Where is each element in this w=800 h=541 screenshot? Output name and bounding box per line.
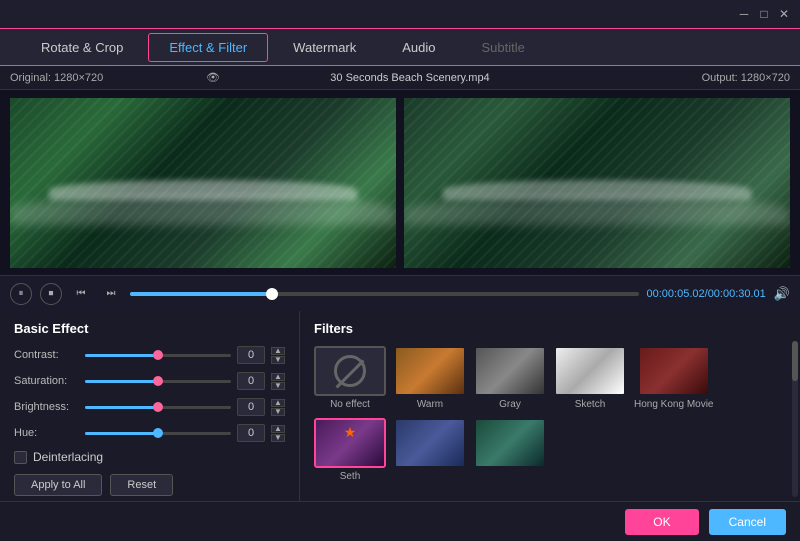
eye-icon[interactable]: 👁: [206, 71, 220, 84]
bottom-action-bar: OK Cancel: [0, 501, 800, 541]
filter-warm-thumb: [394, 346, 466, 396]
filter-no-effect[interactable]: No effect: [314, 346, 386, 410]
saturation-slider[interactable]: [85, 380, 231, 383]
hue-down[interactable]: ▼: [271, 434, 285, 442]
filter-row2b-thumb: [394, 418, 466, 468]
filter-gray-thumb: [474, 346, 546, 396]
filter-seth-label: Seth: [340, 471, 361, 482]
ok-button[interactable]: OK: [625, 509, 698, 535]
filter-warm-label: Warm: [417, 399, 443, 410]
preview-section: [0, 90, 800, 275]
output-preview: [404, 98, 790, 268]
filter-sketch-thumb: [554, 346, 626, 396]
minimize-button[interactable]: ─: [736, 6, 752, 22]
original-resolution: Original: 1280×720: [10, 72, 200, 84]
volume-icon[interactable]: 🔊: [774, 286, 790, 302]
saturation-row: Saturation: 0 ▲ ▼: [14, 372, 285, 390]
brightness-up[interactable]: ▲: [271, 399, 285, 407]
tab-audio[interactable]: Audio: [381, 33, 456, 62]
progress-thumb[interactable]: [266, 288, 278, 300]
filter-hongkong-label: Hong Kong Movie: [634, 399, 714, 410]
filters-title: Filters: [314, 321, 786, 336]
filter-sketch-label: Sketch: [575, 399, 606, 410]
tab-effect-filter[interactable]: Effect & Filter: [148, 33, 268, 62]
filter-seth-thumb: ★: [314, 418, 386, 468]
filter-sketch[interactable]: Sketch: [554, 346, 626, 410]
effect-title: Basic Effect: [14, 321, 285, 336]
no-effect-circle: [334, 355, 366, 387]
hue-label: Hue:: [14, 427, 79, 439]
tab-watermark[interactable]: Watermark: [272, 33, 377, 62]
star-icon: ★: [344, 424, 357, 441]
saturation-value: 0: [237, 372, 265, 390]
progress-bar[interactable]: [130, 292, 639, 296]
effect-panel: Basic Effect Contrast: 0 ▲ ▼ Saturation:…: [0, 311, 300, 501]
brightness-value: 0: [237, 398, 265, 416]
current-time: 00:00:05.02/00:00:30.01: [647, 288, 766, 300]
tab-subtitle: Subtitle: [461, 33, 546, 62]
deinterlacing-label: Deinterlacing: [33, 450, 103, 464]
pause-button[interactable]: ⏸: [10, 283, 32, 305]
hue-row: Hue: 0 ▲ ▼: [14, 424, 285, 442]
filter-warm[interactable]: Warm: [394, 346, 466, 410]
action-buttons: Apply to All Reset: [14, 474, 285, 496]
filter-gray-label: Gray: [499, 399, 521, 410]
saturation-up[interactable]: ▲: [271, 373, 285, 381]
saturation-label: Saturation:: [14, 375, 79, 387]
filters-panel: Filters No effect Warm: [300, 311, 800, 501]
hue-slider[interactable]: [85, 432, 231, 435]
hue-value: 0: [237, 424, 265, 442]
contrast-down[interactable]: ▼: [271, 356, 285, 364]
close-button[interactable]: ✕: [776, 6, 792, 22]
filter-scrollbar-thumb[interactable]: [792, 341, 798, 381]
reset-button[interactable]: Reset: [110, 474, 173, 496]
output-resolution: Output: 1280×720: [600, 72, 790, 84]
video-info-bar: Original: 1280×720 👁 30 Seconds Beach Sc…: [0, 66, 800, 90]
filter-scrollbar[interactable]: [792, 341, 798, 497]
no-effect-line: [336, 360, 365, 389]
filter-hongkong[interactable]: Hong Kong Movie: [634, 346, 714, 410]
next-button[interactable]: ⏭: [100, 283, 122, 305]
saturation-stepper[interactable]: ▲ ▼: [271, 373, 285, 390]
saturation-down[interactable]: ▼: [271, 382, 285, 390]
deinterlacing-checkbox[interactable]: [14, 451, 27, 464]
filter-no-effect-label: No effect: [330, 399, 370, 410]
stop-button[interactable]: ⏹: [40, 283, 62, 305]
filter-seth[interactable]: ★ Seth: [314, 418, 386, 482]
brightness-down[interactable]: ▼: [271, 408, 285, 416]
filter-hongkong-thumb: [638, 346, 710, 396]
hue-up[interactable]: ▲: [271, 425, 285, 433]
cancel-button[interactable]: Cancel: [709, 509, 786, 535]
prev-button[interactable]: ⏮: [70, 283, 92, 305]
brightness-slider[interactable]: [85, 406, 231, 409]
apply-to-all-button[interactable]: Apply to All: [14, 474, 102, 496]
video-filename: 30 Seconds Beach Scenery.mp4: [220, 72, 600, 84]
no-effect-thumb: [314, 346, 386, 396]
bottom-panel: Basic Effect Contrast: 0 ▲ ▼ Saturation:…: [0, 311, 800, 501]
maximize-button[interactable]: □: [756, 6, 772, 22]
contrast-row: Contrast: 0 ▲ ▼: [14, 346, 285, 364]
contrast-stepper[interactable]: ▲ ▼: [271, 347, 285, 364]
filter-row2b[interactable]: [394, 418, 466, 482]
brightness-label: Brightness:: [14, 401, 79, 413]
tab-rotate-crop[interactable]: Rotate & Crop: [20, 33, 144, 62]
title-bar: ─ □ ✕: [0, 0, 800, 28]
contrast-slider[interactable]: [85, 354, 231, 357]
tab-bar: Rotate & Crop Effect & Filter Watermark …: [0, 28, 800, 66]
contrast-value: 0: [237, 346, 265, 364]
progress-fill: [130, 292, 272, 296]
original-preview: [10, 98, 396, 268]
brightness-row: Brightness: 0 ▲ ▼: [14, 398, 285, 416]
filter-gray[interactable]: Gray: [474, 346, 546, 410]
filters-grid: No effect Warm Gray Ske: [314, 346, 786, 482]
hue-stepper[interactable]: ▲ ▼: [271, 425, 285, 442]
contrast-label: Contrast:: [14, 349, 79, 361]
filter-row2c-thumb: [474, 418, 546, 468]
contrast-up[interactable]: ▲: [271, 347, 285, 355]
brightness-stepper[interactable]: ▲ ▼: [271, 399, 285, 416]
deinterlacing-row: Deinterlacing: [14, 450, 285, 464]
playback-bar: ⏸ ⏹ ⏮ ⏭ 00:00:05.02/00:00:30.01 🔊: [0, 275, 800, 311]
filter-row2c[interactable]: [474, 418, 546, 482]
